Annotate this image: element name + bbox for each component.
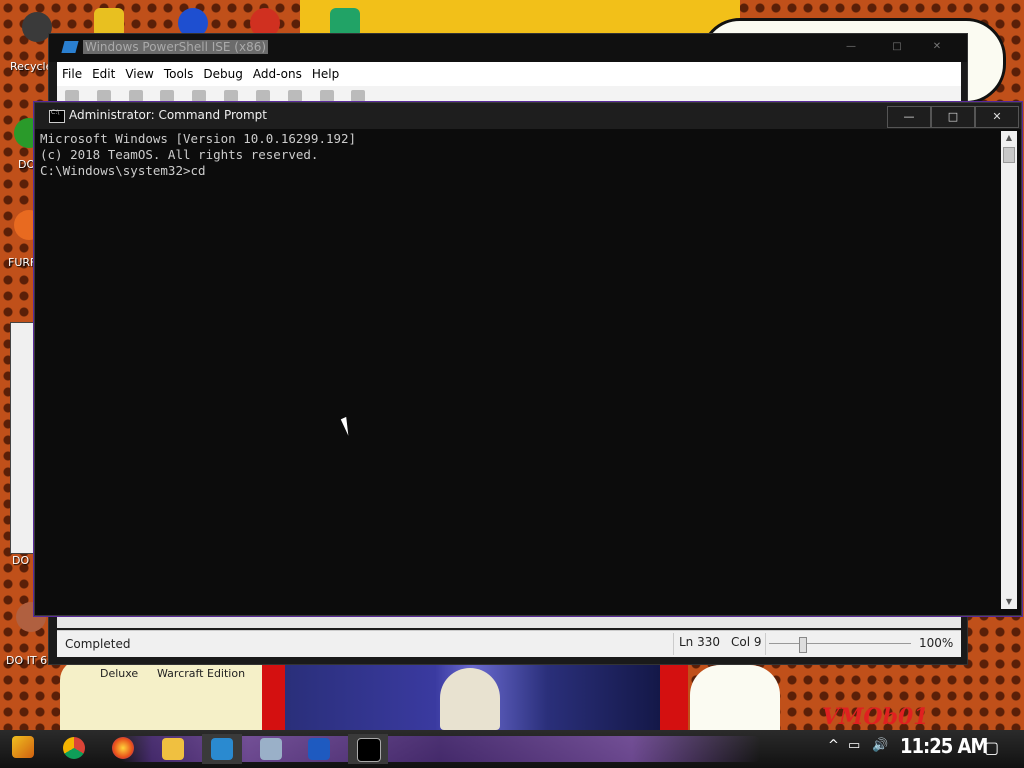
- watermark: VMOb01: [822, 704, 929, 730]
- wallpaper-art: [660, 664, 688, 730]
- line-number: Ln 330: [679, 635, 721, 649]
- ise-status-bar: Completed Ln 330 Col 9 100%: [57, 630, 961, 657]
- ise-menu-bar: File Edit View Tools Debug Add-ons Help: [57, 62, 961, 86]
- network-icon[interactable]: ▭: [848, 738, 860, 753]
- notification-icon[interactable]: ▢: [984, 738, 999, 757]
- ise-maximize-button[interactable]: □: [875, 38, 919, 56]
- command-prompt-icon: [49, 109, 65, 123]
- wallpaper-art: [690, 665, 780, 730]
- desktop-icon-label[interactable]: Deluxe: [100, 667, 138, 680]
- cmd-window-title: Administrator: Command Prompt: [69, 108, 267, 122]
- clear-icon[interactable]: [255, 90, 270, 102]
- menu-tools[interactable]: Tools: [159, 62, 199, 81]
- menu-file[interactable]: File: [57, 62, 87, 81]
- column-number: Col 9: [731, 635, 762, 649]
- console-prompt-line[interactable]: C:\Windows\system32>cd: [40, 163, 1000, 179]
- powershell-ise-icon: [61, 41, 79, 53]
- new-file-icon[interactable]: [65, 90, 79, 102]
- console-line: (c) 2018 TeamOS. All rights reserved.: [40, 147, 319, 162]
- menu-view[interactable]: View: [120, 62, 158, 81]
- chrome-icon[interactable]: [63, 737, 85, 759]
- command-prompt-window[interactable]: Administrator: Command Prompt — □ ✕ Micr…: [34, 102, 1022, 616]
- ise-title-bar[interactable]: Windows PowerShell ISE (x86) — □ ✕: [49, 34, 967, 62]
- menu-add-ons[interactable]: Add-ons: [248, 62, 307, 81]
- menu-edit[interactable]: Edit: [87, 62, 120, 81]
- start-icon[interactable]: [12, 736, 34, 758]
- wallpaper-art: [440, 668, 500, 730]
- desktop-icon-label[interactable]: FURF: [8, 256, 36, 269]
- scroll-down-icon[interactable]: ▼: [1001, 595, 1017, 609]
- status-separator: [673, 633, 674, 655]
- run-icon[interactable]: [351, 90, 366, 102]
- close-button[interactable]: ✕: [975, 106, 1019, 128]
- paste-icon[interactable]: [224, 90, 239, 102]
- maximize-button[interactable]: □: [931, 106, 975, 128]
- scroll-thumb[interactable]: [1003, 147, 1015, 163]
- command-prompt-icon: [357, 738, 381, 762]
- menu-debug[interactable]: Debug: [198, 62, 247, 81]
- console-output[interactable]: Microsoft Windows [Version 10.0.16299.19…: [40, 131, 1000, 609]
- desktop-icon-label[interactable]: Warcraft Edition: [157, 667, 245, 680]
- menu-help[interactable]: Help: [307, 62, 344, 81]
- vertical-scrollbar[interactable]: ▲ ▼: [1001, 131, 1017, 609]
- zoom-level: 100%: [919, 636, 954, 650]
- ise-horizontal-scrollbar[interactable]: [57, 614, 961, 628]
- scroll-up-icon[interactable]: ▲: [1001, 131, 1017, 145]
- powershell-icon[interactable]: [308, 738, 330, 760]
- ise-close-button[interactable]: ✕: [915, 38, 959, 56]
- copy-icon[interactable]: [192, 90, 207, 102]
- desktop-icon-label[interactable]: DO: [18, 158, 35, 171]
- desktop-icon-label[interactable]: Recycle: [10, 60, 52, 73]
- ise-window-title: Windows PowerShell ISE (x86): [83, 40, 269, 54]
- tray-chevron-icon[interactable]: ^: [828, 738, 839, 753]
- minimize-button[interactable]: —: [887, 106, 931, 128]
- save-icon[interactable]: [128, 90, 143, 102]
- redo-icon[interactable]: [319, 90, 334, 102]
- open-file-icon[interactable]: [96, 90, 111, 102]
- desktop-icon-label[interactable]: DO I: [12, 554, 36, 567]
- console-line: Microsoft Windows [Version 10.0.16299.19…: [40, 131, 357, 146]
- powershell-ise-icon: [211, 738, 233, 760]
- zoom-slider-track[interactable]: [769, 643, 911, 644]
- task-manager-icon[interactable]: [260, 738, 282, 760]
- cmd-title-bar[interactable]: Administrator: Command Prompt — □ ✕: [35, 103, 1021, 129]
- zoom-slider-thumb[interactable]: [799, 637, 807, 653]
- file-explorer-icon[interactable]: [162, 738, 184, 760]
- undo-icon[interactable]: [287, 90, 302, 102]
- cut-icon[interactable]: [160, 90, 175, 102]
- ise-minimize-button[interactable]: —: [829, 38, 873, 56]
- status-separator: [765, 633, 766, 655]
- desktop-icon-label[interactable]: DO IT 6: [6, 654, 47, 667]
- clock[interactable]: 11:25 AM: [900, 734, 988, 758]
- status-text: Completed: [65, 637, 131, 651]
- firefox-icon[interactable]: [112, 737, 134, 759]
- volume-icon[interactable]: 🔊: [872, 738, 888, 753]
